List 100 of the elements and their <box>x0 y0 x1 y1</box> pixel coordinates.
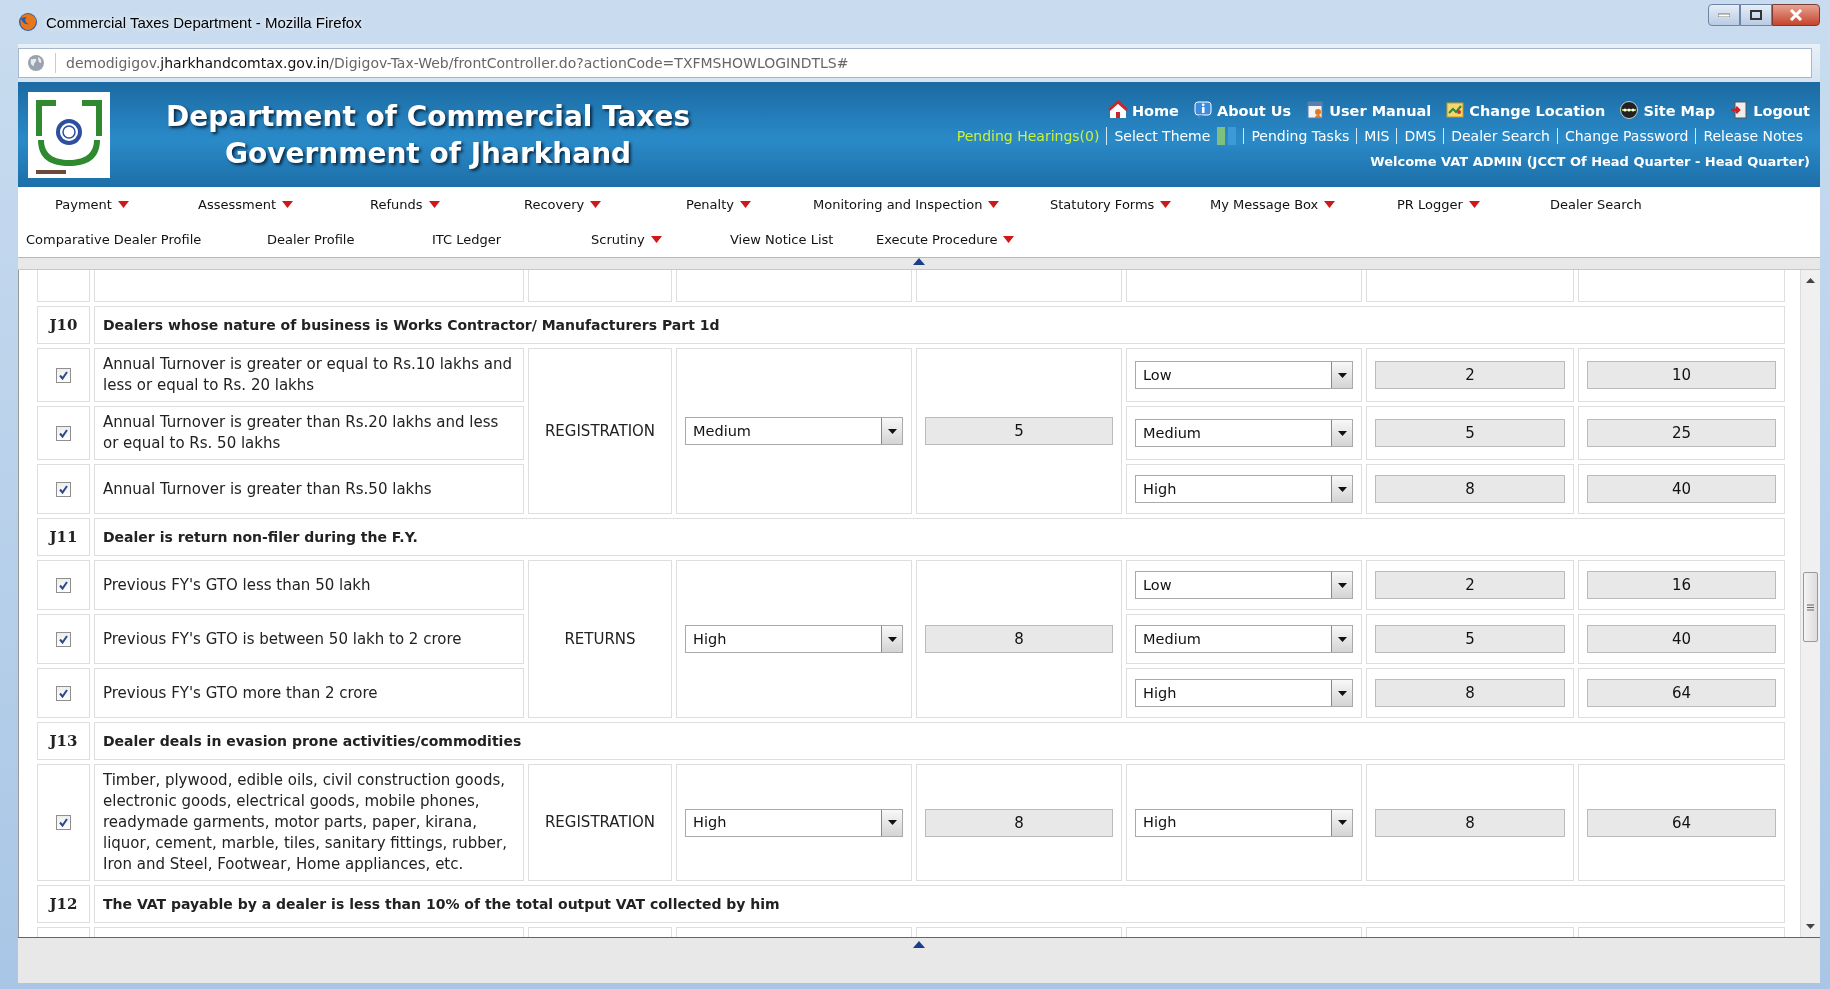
dropdown[interactable]: Low <box>1135 571 1353 599</box>
scroll-down-icon[interactable] <box>1806 924 1815 929</box>
checkbox[interactable] <box>56 425 71 441</box>
exit-door-icon <box>1729 100 1750 120</box>
criterion-description: Previous FY's GTO is between 50 lakh to 2 crore <box>94 614 524 664</box>
url-text: demodigigov.jharkhandcomtax.gov.in/Digigov-Tax-Web/frontController.do?actionCode=TXFMSHOWLOGINDTLS# <box>66 55 849 71</box>
document-icon <box>1305 100 1326 120</box>
criterion-description: Annual Turnover is greater or equal to Rs.10 lakhs and less or equal to Rs. 20 lakhs <box>94 348 524 402</box>
dropdown[interactable]: Medium <box>685 417 903 445</box>
menu-item[interactable]: Statutory Forms <box>1050 197 1172 212</box>
dropdown-arrow-icon <box>887 820 897 825</box>
dropdown[interactable]: High <box>1135 475 1353 503</box>
nav-link[interactable]: Logout <box>1729 100 1810 120</box>
criterion-title: Dealers whose nature of business is Works Contractor/ Manufacturers Part 1d <box>94 306 1785 344</box>
score-field: 5 <box>1375 625 1565 653</box>
checkbox[interactable] <box>56 577 71 593</box>
menu-item[interactable]: Scrutiny <box>591 232 662 247</box>
nav-link[interactable]: Site Map <box>1619 100 1716 120</box>
nav-link[interactable]: User Manual <box>1305 100 1432 120</box>
criterion-description: Annual Turnover is greater than Rs.50 lakhs <box>94 464 524 514</box>
menu-item[interactable]: Comparative Dealer Profile <box>26 232 202 247</box>
dropdown-arrow-icon <box>1337 372 1347 378</box>
theme-swatch[interactable] <box>1228 127 1237 145</box>
score-field: 8 <box>925 808 1113 837</box>
address-field[interactable]: demodigigov.jharkhandcomtax.gov.in/Digigov-Tax-Web/frontController.do?actionCode=TXFMSHOWLOGINDTLS# <box>18 48 1812 78</box>
score-field: 25 <box>1587 419 1776 447</box>
checkbox[interactable] <box>56 815 71 830</box>
site-title: Department of Commercial Taxes <box>166 98 691 135</box>
criterion-title: Dealer deals in evasion prone activities/commodities <box>94 722 1785 760</box>
nav-link[interactable]: About Us <box>1192 100 1292 120</box>
menu-item[interactable]: Execute Procedure <box>876 232 1015 247</box>
dropdown-arrow-icon <box>1337 582 1347 588</box>
expand-arrow-icon[interactable] <box>913 941 925 948</box>
menu-item[interactable]: Assessment <box>198 197 293 212</box>
dropdown-arrow-icon <box>887 428 897 434</box>
dropdown-arrow-icon <box>1337 690 1347 696</box>
dropdown-arrow-icon <box>887 636 897 642</box>
theme-swatch[interactable] <box>1217 127 1226 145</box>
dropdown-arrow-icon <box>1337 430 1347 436</box>
score-field: 40 <box>1587 475 1776 503</box>
dropdown-arrow-icon <box>1337 486 1347 492</box>
header-link[interactable]: Select Theme <box>1107 128 1215 144</box>
dropdown[interactable]: Low <box>1135 361 1353 389</box>
checkbox[interactable] <box>56 685 71 701</box>
menu-item[interactable]: View Notice List <box>730 232 834 247</box>
checkbox[interactable] <box>56 631 71 647</box>
window-title: Commercial Taxes Department - Mozilla Firefox <box>46 13 362 31</box>
home-icon <box>1107 100 1128 120</box>
dropdown[interactable]: High <box>1135 679 1353 707</box>
header-link[interactable]: MIS <box>1356 128 1397 144</box>
header-link[interactable]: Release Notes <box>1695 128 1810 144</box>
collapse-arrow-icon[interactable] <box>913 258 925 265</box>
score-field: 8 <box>925 625 1113 653</box>
scrollbar[interactable] <box>1800 270 1820 937</box>
dropdown[interactable]: High <box>685 808 903 837</box>
dropdown[interactable]: Medium <box>1135 625 1353 653</box>
criterion-description: Previous FY's GTO more than 2 crore <box>94 668 524 718</box>
score-field: 10 <box>1587 361 1776 389</box>
menu-item[interactable]: Payment <box>55 197 129 212</box>
dropdown[interactable]: High <box>1135 808 1353 837</box>
score-field: 5 <box>925 417 1113 445</box>
menu-item[interactable]: Monitoring and Inspection <box>813 197 1000 212</box>
menu-item[interactable]: Dealer Search <box>1550 197 1642 212</box>
score-field: 5 <box>1375 419 1565 447</box>
score-field: 64 <box>1587 679 1776 707</box>
scrollbar-thumb[interactable] <box>1803 572 1818 642</box>
menu-item[interactable]: Penalty <box>686 197 751 212</box>
nav-link[interactable]: Home <box>1107 100 1179 120</box>
dropdown[interactable]: Medium <box>1135 419 1353 447</box>
score-field: 8 <box>1375 475 1565 503</box>
criterion-title: The VAT payable by a dealer is less than 10% of the total output VAT collected by him <box>94 885 1785 923</box>
menu-item[interactable]: ITC Ledger <box>432 232 502 247</box>
menu-item[interactable]: Refunds <box>370 197 440 212</box>
menu-item[interactable]: My Message Box <box>1210 197 1336 212</box>
close-button[interactable] <box>1772 4 1820 26</box>
site-title: Government of Jharkhand <box>225 135 632 172</box>
minimize-icon <box>1718 13 1730 17</box>
score-field: 2 <box>1375 361 1565 389</box>
info-icon <box>1192 100 1213 120</box>
scroll-up-icon[interactable] <box>1806 278 1815 283</box>
header-link[interactable]: Change Password <box>1556 128 1696 144</box>
menu-item[interactable]: Recovery <box>524 197 602 212</box>
criterion-title: Dealer is return non-filer during the F.Y. <box>94 518 1785 556</box>
header-link[interactable]: DMS <box>1396 128 1444 144</box>
score-field: 40 <box>1587 625 1776 653</box>
nav-link[interactable]: Change Location <box>1445 100 1606 120</box>
checkbox[interactable] <box>56 367 71 383</box>
score-field: 16 <box>1587 571 1776 599</box>
header-link[interactable]: Dealer Search <box>1443 128 1557 144</box>
menu-item[interactable]: PR Logger <box>1397 197 1480 212</box>
header-link[interactable]: Pending Tasks <box>1243 128 1357 144</box>
dropdown[interactable]: High <box>685 625 903 653</box>
criterion-code: J11 <box>37 518 90 556</box>
score-field: 8 <box>1375 808 1565 837</box>
category-cell: RETURNS <box>528 560 672 718</box>
maximize-button[interactable] <box>1740 4 1772 26</box>
criterion-code: J12 <box>37 885 90 923</box>
checkbox[interactable] <box>56 481 71 497</box>
menu-item[interactable]: Dealer Profile <box>267 232 355 247</box>
criterion-code: J10 <box>37 306 90 344</box>
